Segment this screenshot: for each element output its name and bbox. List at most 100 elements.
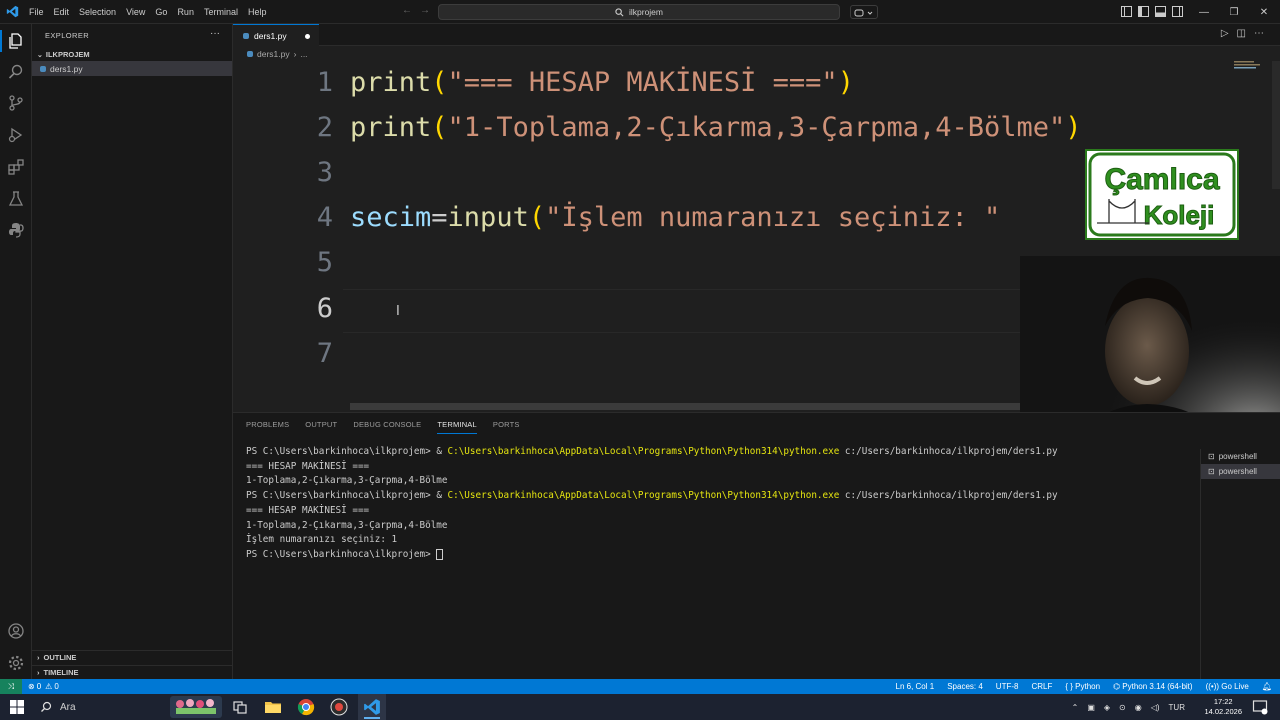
tab-ders1[interactable]: ders1.py — [233, 24, 319, 46]
customize-layout-icon[interactable] — [1121, 6, 1132, 17]
menu-file[interactable]: File — [24, 7, 49, 17]
search-icon[interactable] — [7, 63, 25, 81]
code-paren: ) — [837, 67, 854, 98]
windows-start-icon[interactable] — [8, 698, 26, 716]
outline-section[interactable]: › OUTLINE — [32, 650, 232, 664]
logo-line1: Çamlıca — [1104, 163, 1219, 196]
python-file-icon — [247, 50, 253, 57]
run-file-icon[interactable]: ▷ — [1221, 28, 1237, 39]
terminal-instance[interactable]: ⊡ powershell — [1201, 464, 1280, 479]
errors-count[interactable]: 0 — [37, 682, 41, 691]
menu-bar: File Edit Selection View Go Run Terminal… — [24, 0, 271, 24]
breadcrumb-file[interactable]: ders1.py — [257, 49, 290, 59]
breadcrumb-more[interactable]: ... — [300, 49, 307, 59]
sidebar-more-button[interactable]: ··· — [210, 28, 220, 39]
horizontal-scrollbar[interactable] — [350, 403, 1020, 410]
terminal-line: PS C:\Users\barkinhoca\ilkprojem> & C:\U… — [246, 445, 1058, 460]
tray-network-icon[interactable]: ◉ — [1135, 703, 1142, 712]
menu-terminal[interactable]: Terminal — [199, 7, 243, 17]
testing-icon[interactable] — [7, 190, 25, 208]
tab-debug-console[interactable]: DEBUG CONSOLE — [353, 420, 421, 434]
recorder-app-icon[interactable] — [330, 698, 348, 716]
vertical-scrollbar[interactable] — [1272, 61, 1280, 189]
python-icon[interactable] — [7, 221, 25, 239]
folder-label: ILKPROJEM — [45, 50, 90, 59]
tray-app-icon[interactable]: ⊙ — [1119, 703, 1126, 712]
cursor-position[interactable]: Ln 6, Col 1 — [896, 682, 935, 691]
split-editor-icon[interactable]: ◫ — [1237, 28, 1254, 39]
terminal-instance[interactable]: ⊡ powershell — [1201, 449, 1280, 464]
settings-gear-icon[interactable] — [7, 654, 25, 672]
source-control-icon[interactable] — [7, 94, 25, 112]
tab-ports[interactable]: PORTS — [493, 420, 520, 434]
terminal-cursor — [436, 548, 444, 560]
errors-icon[interactable]: ⊗ — [28, 682, 35, 691]
notification-center-icon[interactable] — [1252, 699, 1268, 715]
file-explorer-icon[interactable] — [264, 698, 282, 716]
tray-app-icon[interactable]: ◈ — [1104, 703, 1110, 712]
timeline-section[interactable]: › TIMELINE — [32, 665, 232, 679]
run-debug-icon[interactable] — [7, 126, 25, 144]
python-interpreter[interactable]: ⌬ Python 3.14 (64-bit) — [1113, 682, 1192, 691]
tray-app-icon[interactable]: ▣ — [1087, 703, 1095, 712]
menu-view[interactable]: View — [121, 7, 150, 17]
toggle-panel-icon[interactable] — [1155, 6, 1166, 17]
end-of-line[interactable]: CRLF — [1031, 682, 1052, 691]
toggle-secondary-sidebar-icon[interactable] — [1172, 6, 1183, 17]
minimize-button[interactable]: — — [1189, 0, 1219, 24]
tab-output[interactable]: OUTPUT — [305, 420, 337, 434]
taskbar-search[interactable]: Ara — [32, 694, 168, 720]
code-line-1: print("=== HESAP MAKİNESİ ===") — [350, 67, 854, 98]
terminal-output[interactable]: PS C:\Users\barkinhoca\ilkprojem> & C:\U… — [246, 445, 1058, 563]
unsaved-dot-icon[interactable] — [305, 34, 310, 39]
menu-edit[interactable]: Edit — [49, 7, 75, 17]
tray-volume-icon[interactable]: ◁) — [1151, 703, 1160, 712]
nav-arrows[interactable]: ←→ — [402, 5, 438, 16]
panel-tabs: PROBLEMS OUTPUT DEBUG CONSOLE TERMINAL P… — [246, 420, 520, 434]
go-live-button[interactable]: ((•)) Go Live — [1206, 682, 1249, 691]
chevron-right-icon: › — [37, 668, 40, 677]
menu-go[interactable]: Go — [150, 7, 172, 17]
tab-problems[interactable]: PROBLEMS — [246, 420, 289, 434]
file-item-ders1[interactable]: ders1.py — [32, 61, 232, 76]
remote-indicator-icon[interactable]: ⤨ — [0, 679, 22, 694]
taskbar-clock[interactable]: 17:22 14.02.2026 — [1204, 697, 1242, 717]
explorer-icon[interactable] — [7, 32, 25, 50]
minimap[interactable] — [1234, 61, 1264, 69]
close-button[interactable]: ✕ — [1249, 0, 1279, 24]
menu-help[interactable]: Help — [243, 7, 272, 17]
search-highlight-image — [170, 696, 222, 718]
encoding[interactable]: UTF-8 — [996, 682, 1019, 691]
menu-selection[interactable]: Selection — [74, 7, 121, 17]
copilot-button[interactable] — [850, 5, 878, 19]
more-actions-icon[interactable]: ⋯ — [1254, 28, 1272, 39]
warnings-icon[interactable]: ⚠ — [45, 682, 52, 691]
extensions-icon[interactable] — [7, 158, 25, 176]
folder-ilkprojem[interactable]: ⌄ ILKPROJEM — [32, 48, 232, 61]
terminal-amp: & — [436, 446, 448, 457]
vscode-taskbar-button[interactable] — [358, 694, 386, 720]
tab-terminal[interactable]: TERMINAL — [437, 420, 477, 434]
line-number: 4 — [316, 202, 333, 233]
camlica-koleji-logo: Çamlıca Koleji — [1088, 152, 1236, 237]
accounts-icon[interactable] — [7, 622, 25, 640]
terminal-line: === HESAP MAKİNESİ === — [246, 460, 370, 472]
terminal-line: İşlem numaranızı seçiniz: 1 — [246, 534, 398, 546]
broadcast-icon: ((•)) — [1205, 682, 1220, 691]
terminal-arg: c:/Users/barkinhoca/ilkprojem/ders1.py — [839, 490, 1058, 502]
notifications-bell-icon[interactable]: 🔔︎ — [1262, 682, 1272, 691]
tray-language[interactable]: TUR — [1169, 703, 1185, 712]
indentation[interactable]: Spaces: 4 — [947, 682, 983, 691]
warnings-count[interactable]: 0 — [54, 682, 58, 691]
language-mode[interactable]: { } Python — [1065, 682, 1100, 691]
toggle-sidebar-icon[interactable] — [1138, 6, 1149, 17]
command-center[interactable]: ilkprojem — [438, 4, 840, 20]
tray-chevron-up-icon[interactable]: ⌃ — [1072, 703, 1079, 712]
restore-button[interactable]: ❐ — [1219, 0, 1249, 24]
terminal-exe-path: C:\Users\barkinhoca\AppData\Local\Progra… — [447, 446, 840, 457]
code-string: "=== HESAP MAKİNESİ ===" — [447, 67, 838, 98]
menu-run[interactable]: Run — [172, 7, 199, 17]
task-view-icon[interactable] — [231, 698, 249, 716]
chrome-icon[interactable] — [297, 698, 315, 716]
line-number: 7 — [316, 338, 333, 369]
